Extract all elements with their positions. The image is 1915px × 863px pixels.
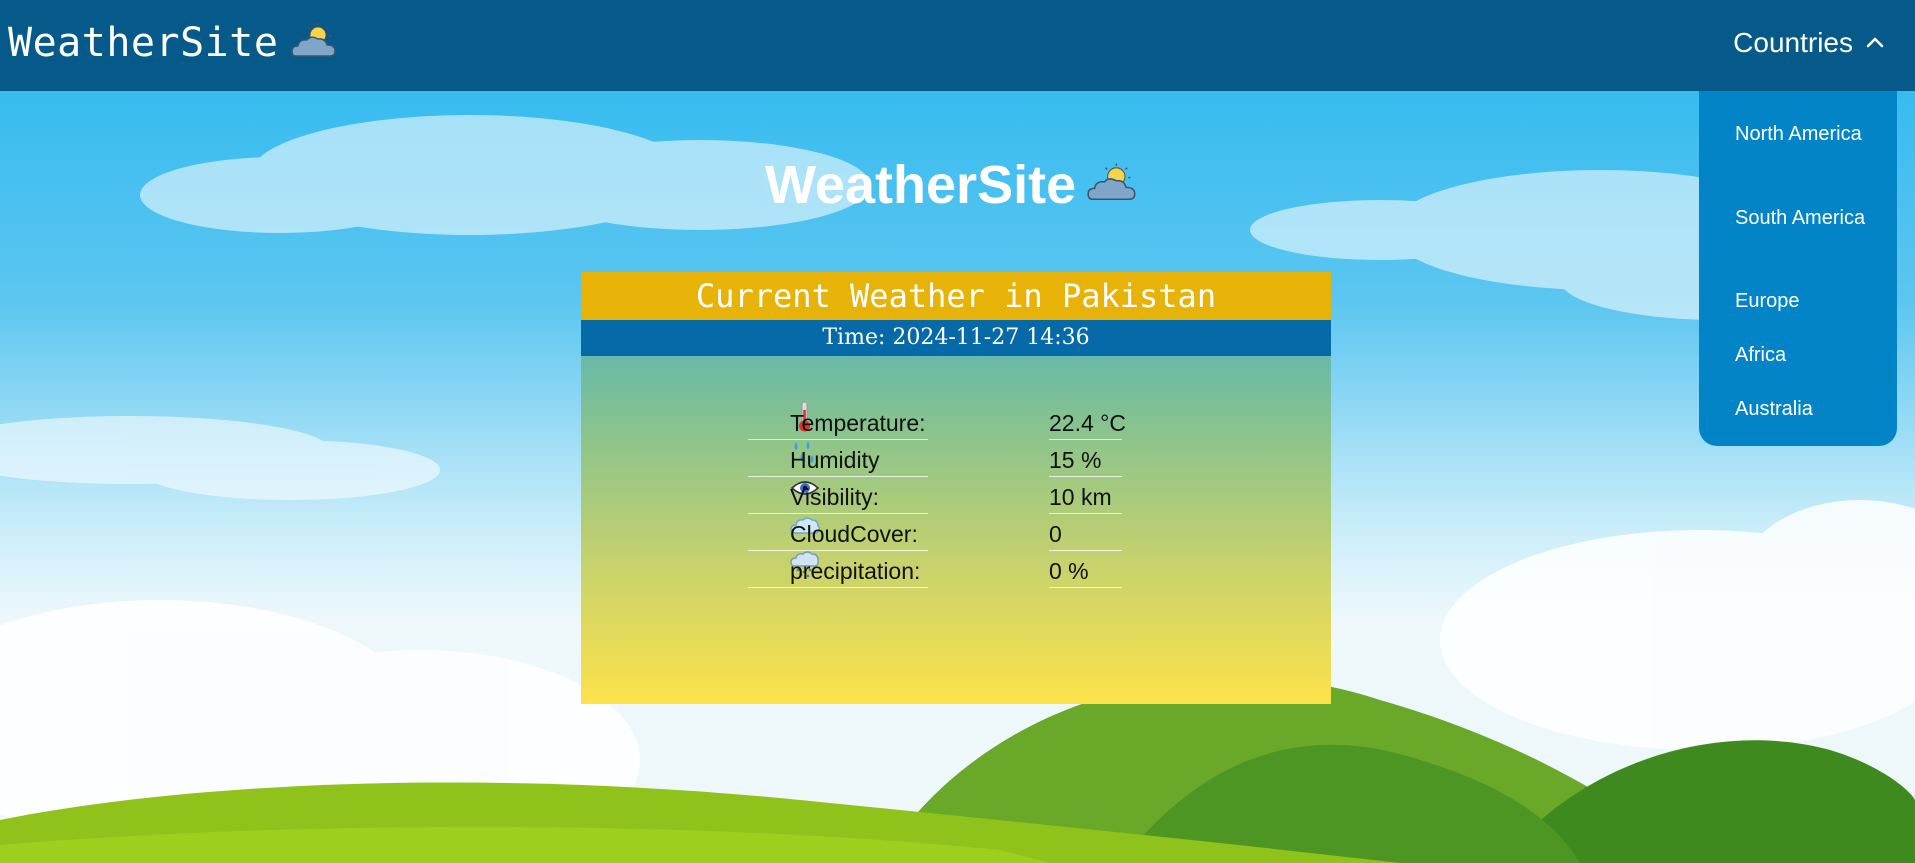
card-title: Current Weather in Pakistan <box>581 272 1331 320</box>
countries-dropdown-menu: North America South America Europe Afric… <box>1699 91 1897 446</box>
top-navbar: WeatherSite Countries <box>0 0 1915 91</box>
row-label: Temperature: <box>790 410 926 436</box>
table-row: Visibility: 10 km <box>748 478 1128 515</box>
row-value: 0 <box>1049 521 1062 547</box>
brand-logo-link[interactable]: WeatherSite <box>8 18 338 68</box>
brand-name: WeatherSite <box>8 20 279 66</box>
chevron-up-icon <box>1865 34 1885 53</box>
table-row: CloudCover: 0 <box>748 515 1128 552</box>
weather-card: Current Weather in Pakistan Time: 2024-1… <box>581 272 1331 704</box>
row-value: 10 km <box>1049 484 1112 510</box>
hero-title: WeatherSite <box>765 150 1138 220</box>
table-row: precipitation: 0 % <box>748 551 1128 589</box>
card-time: Time: 2024-11-27 14:36 <box>581 320 1331 356</box>
partly-cloudy-icon <box>290 22 338 64</box>
countries-dropdown-toggle[interactable]: Countries <box>1733 22 1885 64</box>
table-row: Humidity 15 % <box>748 441 1128 478</box>
menu-item-europe[interactable]: Europe <box>1735 286 1885 316</box>
row-label: CloudCover: <box>790 521 918 547</box>
row-value: 22.4 °C <box>1049 410 1126 436</box>
row-label: Visibility: <box>790 484 880 510</box>
menu-item-australia[interactable]: Australia <box>1735 394 1885 424</box>
menu-item-south-america[interactable]: South America <box>1735 203 1885 233</box>
hero-title-text: WeatherSite <box>765 155 1077 215</box>
partly-cloudy-icon <box>1086 162 1138 208</box>
menu-item-north-america[interactable]: North America <box>1735 119 1885 149</box>
row-value: 0 % <box>1049 558 1089 584</box>
table-row: Temperature: 22.4 °C <box>748 401 1128 441</box>
row-value: 15 % <box>1049 447 1102 473</box>
row-label: Humidity <box>790 447 880 473</box>
weather-table: Temperature: 22.4 °C Humidity 15 % Visib… <box>748 401 1128 589</box>
row-label: precipitation: <box>790 558 921 584</box>
menu-item-africa[interactable]: Africa <box>1735 340 1885 370</box>
countries-label: Countries <box>1733 27 1853 58</box>
